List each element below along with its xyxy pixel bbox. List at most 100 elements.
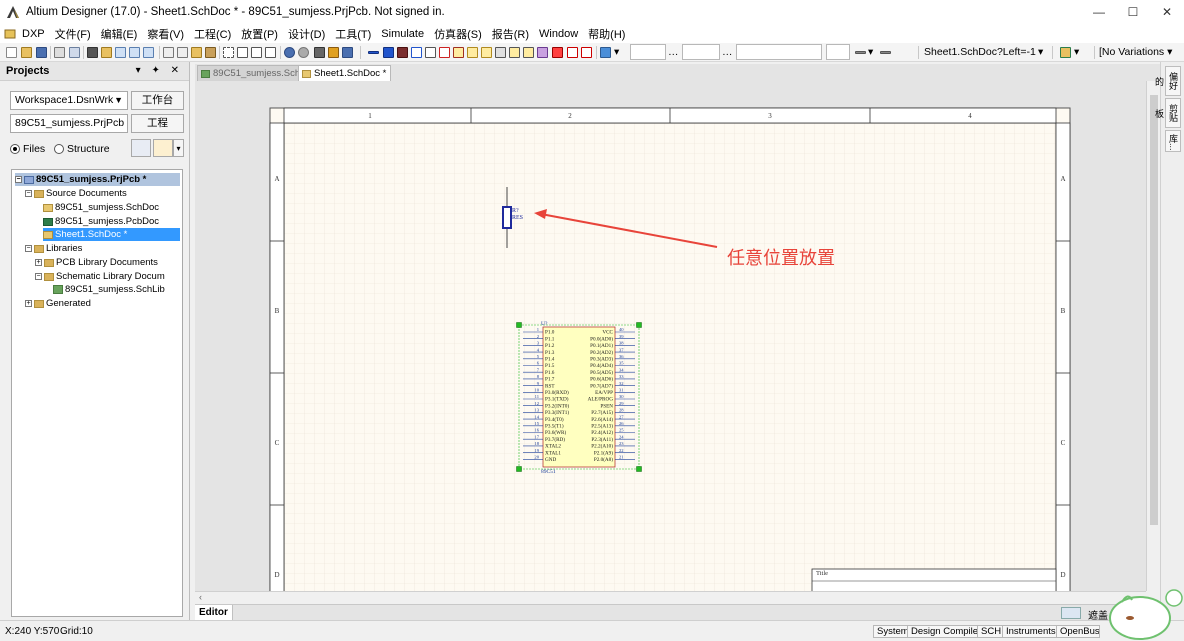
location-combo[interactable]: Sheet1.SchDoc?Left=-10 bbox=[924, 46, 1036, 58]
panel-menu-chevron-icon[interactable]: ▾ bbox=[173, 139, 184, 157]
selection-handle[interactable] bbox=[636, 466, 642, 472]
menu-project[interactable]: 工程(C) bbox=[189, 26, 236, 42]
place-part-icon[interactable] bbox=[453, 47, 464, 58]
menu-file[interactable]: 文件(F) bbox=[50, 26, 96, 42]
menu-dxp[interactable]: DXP bbox=[17, 28, 50, 40]
schematic-sheet[interactable]: 1 2 3 4 A B C D A B C D Title R? RES 任意位… bbox=[195, 81, 1146, 591]
location-dropdown-icon[interactable]: ▾ bbox=[1038, 46, 1043, 58]
collapse-icon[interactable]: − bbox=[25, 245, 32, 252]
collapse-icon[interactable]: − bbox=[15, 176, 22, 183]
save-icon[interactable] bbox=[36, 47, 47, 58]
menu-edit[interactable]: 编辑(E) bbox=[96, 26, 143, 42]
selection-handle[interactable] bbox=[516, 466, 522, 472]
workspace-combo[interactable]: Workspace1.DsnWrk ▼ bbox=[10, 91, 128, 110]
place-directive-icon[interactable] bbox=[552, 47, 563, 58]
browse-icon[interactable] bbox=[342, 47, 353, 58]
place-device-sheet-icon[interactable] bbox=[495, 47, 506, 58]
files-radio[interactable]: Files bbox=[10, 143, 45, 155]
place-compile-mask-icon[interactable] bbox=[537, 47, 548, 58]
menu-simulate[interactable]: Simulate bbox=[376, 28, 429, 40]
tree-item-pcb-libraries[interactable]: + PCB Library Documents bbox=[35, 256, 158, 269]
rubber-stamp-icon[interactable] bbox=[205, 47, 216, 58]
project-options-icon[interactable] bbox=[131, 139, 151, 157]
tab-clipboard[interactable]: 剪贴板 bbox=[1154, 98, 1181, 128]
copy-icon[interactable] bbox=[177, 47, 188, 58]
minimize-button[interactable]: — bbox=[1082, 0, 1116, 24]
style-combo[interactable] bbox=[736, 44, 822, 60]
expand-icon[interactable]: + bbox=[35, 259, 42, 266]
status-instruments-button[interactable]: Instruments bbox=[1002, 625, 1060, 638]
menu-view[interactable]: 察看(V) bbox=[142, 26, 189, 42]
menu-window[interactable]: Window bbox=[534, 28, 583, 40]
add-document-icon[interactable] bbox=[153, 139, 173, 157]
panels-icon[interactable] bbox=[1061, 607, 1081, 619]
place-bus-icon[interactable] bbox=[383, 47, 394, 58]
move-icon[interactable] bbox=[237, 47, 248, 58]
zoom-fit-icon[interactable] bbox=[115, 47, 126, 58]
tree-item-sch-libraries[interactable]: − Schematic Library Docum bbox=[35, 270, 165, 283]
font-more-icon[interactable]: … bbox=[668, 46, 679, 58]
print-preview-icon[interactable] bbox=[69, 47, 80, 58]
redo-icon[interactable] bbox=[298, 47, 309, 58]
deselect-icon[interactable] bbox=[251, 47, 262, 58]
editor-tab[interactable]: Editor bbox=[195, 605, 233, 621]
vertical-scroll-thumb[interactable] bbox=[1150, 95, 1158, 525]
collapse-icon[interactable]: − bbox=[35, 273, 42, 280]
font-combo[interactable] bbox=[630, 44, 666, 60]
zoom-selected-icon[interactable] bbox=[143, 47, 154, 58]
place-net-label-icon[interactable] bbox=[411, 47, 422, 58]
tab-favorites[interactable]: 偏好的 bbox=[1154, 66, 1181, 96]
pen-dropdown-icon[interactable]: ▾ bbox=[614, 46, 619, 58]
status-sch-button[interactable]: SCH bbox=[977, 625, 1006, 638]
no-erc-icon[interactable] bbox=[567, 47, 578, 58]
tree-item-sheet1[interactable]: Sheet1.SchDoc * bbox=[43, 228, 180, 241]
open-docs-icon[interactable] bbox=[87, 47, 98, 58]
list-icon[interactable] bbox=[880, 51, 891, 54]
menu-tools[interactable]: 工具(T) bbox=[330, 26, 376, 42]
status-design-compiler-button[interactable]: Design Compiler bbox=[907, 625, 986, 638]
place-diff-pair-icon[interactable] bbox=[581, 47, 592, 58]
horizontal-scrollbar[interactable]: ‹ bbox=[195, 591, 1146, 604]
variant-wizard-icon[interactable] bbox=[1060, 47, 1071, 58]
collapse-icon[interactable]: − bbox=[25, 190, 32, 197]
place-sheet-symbol-icon[interactable] bbox=[467, 47, 478, 58]
place-wire-icon[interactable] bbox=[368, 51, 379, 54]
cross-probe-icon[interactable] bbox=[328, 47, 339, 58]
expand-icon[interactable]: + bbox=[25, 300, 32, 307]
place-signal-harness-icon[interactable] bbox=[397, 47, 408, 58]
gnd-power-port-icon[interactable] bbox=[425, 47, 436, 58]
pen-color-icon[interactable] bbox=[600, 47, 611, 58]
print-icon[interactable] bbox=[54, 47, 65, 58]
tree-item-source-documents[interactable]: − Source Documents bbox=[25, 187, 127, 200]
close-button[interactable]: ✕ bbox=[1150, 0, 1184, 24]
maximize-button[interactable]: ☐ bbox=[1116, 0, 1150, 24]
align-icon[interactable] bbox=[855, 51, 866, 54]
zoom-area-icon[interactable] bbox=[129, 47, 140, 58]
project-button[interactable]: 工程 bbox=[131, 114, 184, 133]
open-folder-icon[interactable] bbox=[21, 47, 32, 58]
status-openbus-button[interactable]: OpenBus调色板 bbox=[1056, 625, 1100, 638]
panel-pin-icon[interactable]: ▾ ✦ ✕ bbox=[136, 65, 183, 76]
menu-design[interactable]: 设计(D) bbox=[283, 26, 330, 42]
undo-icon[interactable] bbox=[284, 47, 295, 58]
select-area-icon[interactable] bbox=[223, 47, 234, 58]
tab-sheet1[interactable]: Sheet1.SchDoc * bbox=[298, 65, 392, 81]
clear-filter-icon[interactable] bbox=[265, 47, 276, 58]
tree-item-libraries[interactable]: − Libraries bbox=[25, 242, 82, 255]
menu-help[interactable]: 帮助(H) bbox=[583, 26, 630, 42]
structure-radio[interactable]: Structure bbox=[54, 143, 110, 155]
vcc-power-port-icon[interactable] bbox=[439, 47, 450, 58]
selection-handle[interactable] bbox=[636, 322, 642, 328]
paste-icon[interactable] bbox=[191, 47, 202, 58]
dxp-icon[interactable] bbox=[4, 28, 16, 40]
tree-item-schdoc[interactable]: 89C51_sumjess.SchDoc bbox=[43, 201, 159, 214]
tree-item-schlib[interactable]: 89C51_sumjess.SchLib bbox=[53, 283, 165, 296]
size-combo[interactable] bbox=[682, 44, 720, 60]
place-sheet-entry-icon[interactable] bbox=[481, 47, 492, 58]
tree-item-pcbdoc[interactable]: 89C51_sumjess.PcbDoc bbox=[43, 215, 159, 228]
place-offsheet-connector-icon[interactable] bbox=[523, 47, 534, 58]
tab-libraries[interactable]: 库... bbox=[1165, 130, 1181, 152]
menu-simulator[interactable]: 仿真器(S) bbox=[429, 26, 487, 42]
open-project-icon[interactable] bbox=[101, 47, 112, 58]
menu-reports[interactable]: 报告(R) bbox=[487, 26, 534, 42]
